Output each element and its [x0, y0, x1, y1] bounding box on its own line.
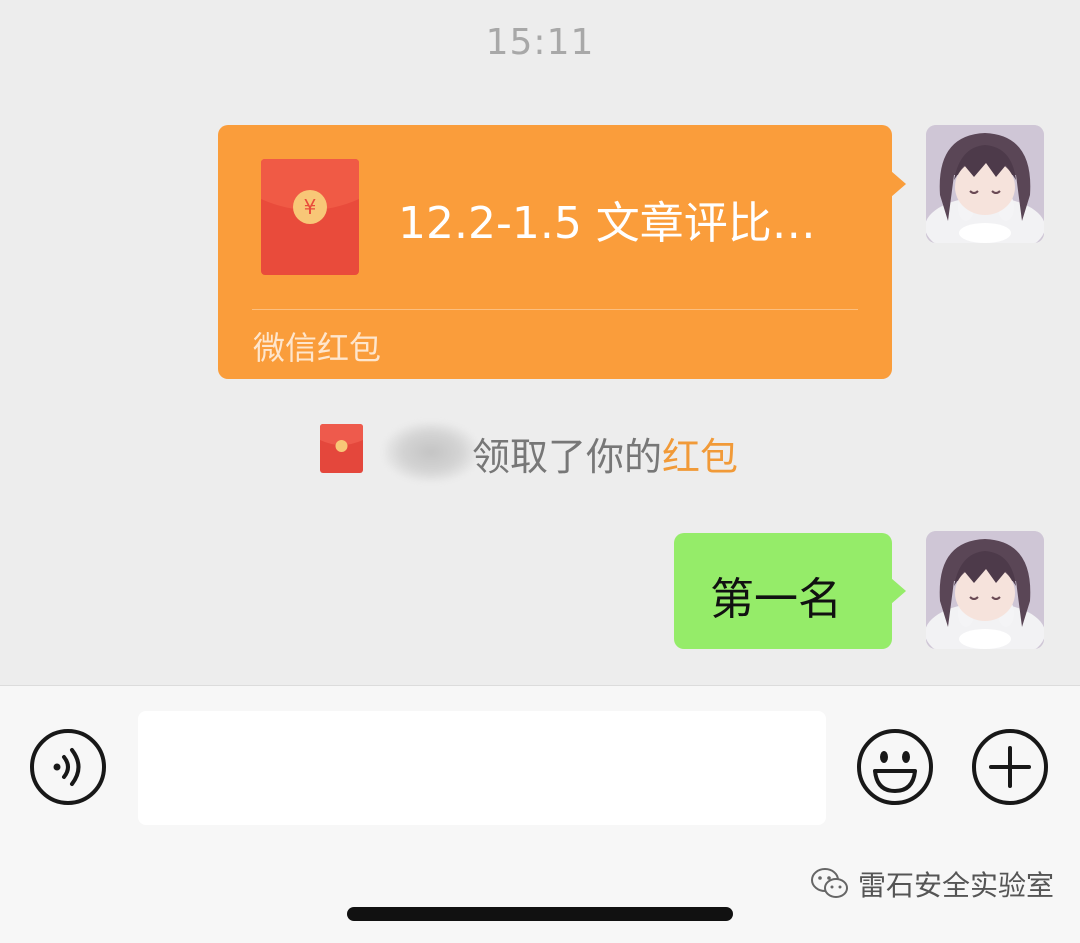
small-red-packet-icon: [320, 424, 363, 473]
red-packet-claimed-notice: 领取了你的红包: [0, 420, 1080, 482]
watermark-text: 雷石安全实验室: [858, 869, 1055, 902]
timestamp: 15:11: [485, 22, 595, 63]
plus-icon[interactable]: [970, 727, 1050, 807]
chat-area: 15:11 ¥ 12.2-1.5 文章评比… 微信红包 领取了你的红包 第一名: [0, 0, 1080, 685]
red-packet-message[interactable]: ¥ 12.2-1.5 文章评比… 微信红包: [218, 125, 906, 379]
message-input[interactable]: [138, 711, 826, 825]
emoji-icon[interactable]: [855, 727, 935, 807]
svg-text:¥: ¥: [304, 195, 317, 219]
text-message[interactable]: 第一名: [674, 533, 906, 649]
message-text: 第一名: [710, 574, 842, 625]
red-packet-label: 微信红包: [253, 329, 382, 367]
divider: [252, 309, 858, 310]
avatar[interactable]: [926, 531, 1044, 649]
home-indicator[interactable]: [347, 907, 733, 921]
voice-icon[interactable]: [28, 727, 108, 807]
wechat-logo-icon: [810, 866, 850, 902]
red-packet-title: 12.2-1.5 文章评比…: [398, 198, 816, 249]
blurred-username: [384, 422, 478, 482]
avatar[interactable]: [926, 125, 1044, 243]
red-packet-icon: ¥: [261, 159, 359, 275]
input-bar: 雷石安全实验室: [0, 685, 1080, 943]
notice-text: 领取了你的: [472, 435, 663, 479]
red-packet-link[interactable]: 红包: [662, 435, 738, 479]
